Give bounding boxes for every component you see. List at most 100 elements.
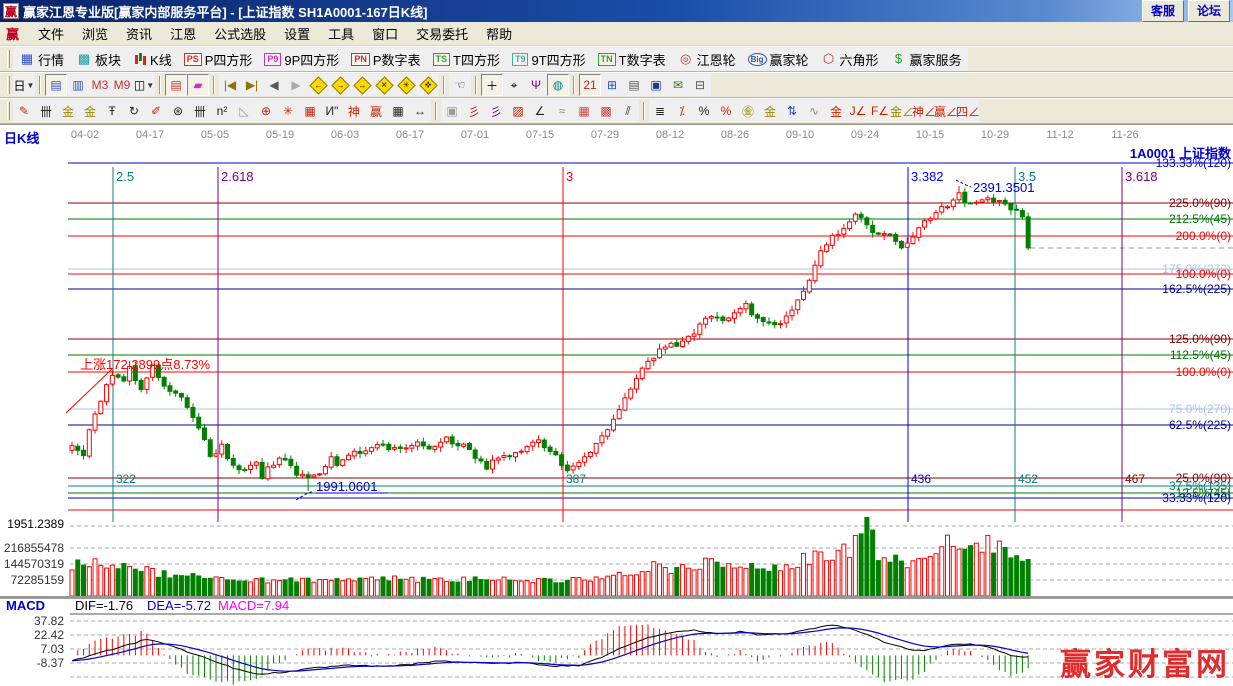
tool-t-number-button[interactable]: TNT数字表 bbox=[592, 48, 672, 71]
tool-expand-4-button[interactable]: ✳ bbox=[395, 74, 417, 96]
forum-button[interactable]: 论坛 bbox=[1188, 0, 1230, 22]
tool-prev-page-button[interactable]: ◀ bbox=[263, 74, 285, 96]
tool-expand-all-button[interactable]: ✜ bbox=[417, 74, 439, 96]
tool-square-grid-button[interactable]: ▦ bbox=[299, 100, 321, 122]
tool-wave-circle-button[interactable]: ⊛ bbox=[167, 100, 189, 122]
tool-gold-red-button[interactable]: 金 bbox=[825, 100, 847, 122]
tool-wave-a-button[interactable]: ∿ bbox=[803, 100, 825, 122]
tool-last-page-button[interactable]: ▶| bbox=[241, 74, 263, 96]
tool-zoom-in-x-button[interactable]: → bbox=[329, 74, 351, 96]
menu-item-3[interactable]: 江恩 bbox=[161, 21, 205, 46]
tool-send-web-button[interactable]: ✉ bbox=[667, 74, 689, 96]
tool-pattern-red-button[interactable]: ▤ bbox=[165, 74, 187, 96]
tool-knife-ticks-button[interactable]: ✐ bbox=[145, 100, 167, 122]
tool-check-curves-button[interactable]: ≈ bbox=[551, 100, 573, 122]
tool-angle-tool-button[interactable]: ◺ bbox=[233, 100, 255, 122]
tool-j-angle-button[interactable]: J∠ bbox=[847, 100, 869, 122]
menu-item-4[interactable]: 公式选股 bbox=[205, 21, 275, 46]
tool-f-angle-button[interactable]: F∠ bbox=[869, 100, 891, 122]
tool-box-tool-button[interactable]: ▣ bbox=[441, 100, 463, 122]
tool-si-angle-button[interactable]: 四∠ bbox=[957, 100, 979, 122]
menu-item-6[interactable]: 工具 bbox=[319, 21, 363, 46]
tool-9p-square-button[interactable]: P99P四方形 bbox=[258, 48, 345, 71]
tool-zoom-area-button[interactable]: ⌖ bbox=[503, 74, 525, 96]
tool-save-button[interactable]: ▣ bbox=[645, 74, 667, 96]
tool-color-filter-button[interactable]: ▰ bbox=[187, 74, 209, 96]
tool-p-square-button[interactable]: PSP四方形 bbox=[178, 48, 259, 71]
menu-item-0[interactable]: 文件 bbox=[29, 21, 73, 46]
tool-ying-ruler-button[interactable]: 赢 bbox=[365, 100, 387, 122]
tool-ying-angle-button[interactable]: 赢∠ bbox=[935, 100, 957, 122]
tool-gold-angle-button[interactable]: 金∠ bbox=[891, 100, 913, 122]
tool-circle-cross-button[interactable]: ⊕ bbox=[255, 100, 277, 122]
tool-calendar-21-button[interactable]: 21 bbox=[579, 74, 601, 96]
tool-percent-under-button[interactable]: % bbox=[715, 100, 737, 122]
tool-shen-angle-button[interactable]: 神∠ bbox=[913, 100, 935, 122]
menu-item-2[interactable]: 资讯 bbox=[117, 21, 161, 46]
tool-stats-list-button[interactable]: ≣ bbox=[649, 100, 671, 122]
tool-winner-wheel-button[interactable]: Big赢家轮 bbox=[742, 48, 815, 71]
tool-period-day-button[interactable]: 日▼ bbox=[13, 74, 35, 96]
tool-fan-purple-button[interactable]: 彡 bbox=[485, 100, 507, 122]
tool-compress-all-button[interactable]: ✕ bbox=[373, 74, 395, 96]
tool-star-grid-button[interactable]: ✳ bbox=[277, 100, 299, 122]
tool-grid-block-button[interactable]: ▩ bbox=[595, 100, 617, 122]
tool-dense-ruler-button[interactable]: 卌 bbox=[189, 100, 211, 122]
customer-service-button[interactable]: 客服 bbox=[1142, 0, 1184, 22]
tool-label: K线 bbox=[150, 50, 172, 69]
menu-item-1[interactable]: 浏览 bbox=[73, 21, 117, 46]
tool-gann-wheel-button[interactable]: ◎江恩轮 bbox=[672, 48, 742, 71]
tool-sectors-button[interactable]: ▩板块 bbox=[70, 48, 127, 71]
tool-i-quotes-button[interactable]: И" bbox=[321, 100, 343, 122]
tool-grid-dots-button[interactable]: ▦ bbox=[573, 100, 595, 122]
tool-percent-button[interactable]: % bbox=[693, 100, 715, 122]
tool-calculator-button[interactable]: ⊞ bbox=[601, 74, 623, 96]
tool-pen-knife-button[interactable]: ✎ bbox=[13, 100, 35, 122]
tool-crosshair-button[interactable]: ＋ bbox=[481, 74, 503, 96]
tool-t-square-button[interactable]: TST四方形 bbox=[427, 48, 506, 71]
tool-trend-lines-button[interactable]: ∠ bbox=[529, 100, 551, 122]
tool-9t-square-button[interactable]: T99T四方形 bbox=[506, 48, 592, 71]
tool-winner-service-button[interactable]: $赢家服务 bbox=[885, 48, 968, 71]
tool-gann-ruler-button[interactable]: 卌 bbox=[35, 100, 57, 122]
tool-ma-3-button[interactable]: M3 bbox=[89, 74, 111, 96]
tool-candle-style-button[interactable]: ◫▼ bbox=[133, 74, 155, 96]
tool-percent-line-button[interactable]: ⁒ bbox=[671, 100, 693, 122]
tool-n2-ticks-button[interactable]: n² bbox=[211, 100, 233, 122]
tool-pencil-updown-button[interactable]: ⇅ bbox=[781, 100, 803, 122]
tool-window-pattern-button[interactable]: ▤ bbox=[45, 74, 67, 96]
tool-next-page-button[interactable]: ▶ bbox=[285, 74, 307, 96]
tool-fan-red-button[interactable]: 彡 bbox=[463, 100, 485, 122]
tool-hexagon-button[interactable]: ⬡六角形 bbox=[815, 48, 885, 71]
tool-width-arrow-button[interactable]: ↔ bbox=[409, 100, 431, 122]
tool-notes-button[interactable]: ▤ bbox=[623, 74, 645, 96]
child-window-icon[interactable]: 赢 bbox=[6, 24, 19, 43]
tool-fork-tool-button[interactable]: Ψ bbox=[525, 74, 547, 96]
tool-parallel-lines-button[interactable]: ⫽ bbox=[617, 100, 639, 122]
tool-shen-ruler-button[interactable]: 神 bbox=[343, 100, 365, 122]
tool-kline-button[interactable]: K线 bbox=[127, 48, 178, 71]
tool-fan-grid-button[interactable]: ▨ bbox=[507, 100, 529, 122]
tool-drag-hand-button[interactable]: ☜ bbox=[449, 74, 471, 96]
tool-ma-9-button[interactable]: M9 bbox=[111, 74, 133, 96]
tool-f-ruler-button[interactable]: Ŧ bbox=[101, 100, 123, 122]
menu-item-8[interactable]: 交易委托 bbox=[407, 21, 477, 46]
tool-gold-circle-button[interactable]: ㊎ bbox=[737, 100, 759, 122]
tool-zoom-out-x-button[interactable]: ← bbox=[307, 74, 329, 96]
tool-spiral-button[interactable]: ↻ bbox=[123, 100, 145, 122]
tool-maze-tool-button[interactable]: ◍ bbox=[547, 74, 569, 96]
menu-item-5[interactable]: 设置 bbox=[275, 21, 319, 46]
tool-grid-123-button[interactable]: ▦ bbox=[387, 100, 409, 122]
menu-item-7[interactable]: 窗口 bbox=[363, 21, 407, 46]
tool-p-number-button[interactable]: PNP数字表 bbox=[345, 48, 426, 71]
tool-expand-x-button[interactable]: ↔ bbox=[351, 74, 373, 96]
tool-gold-ruler-1-button[interactable]: 金 bbox=[57, 100, 79, 122]
menu-item-9[interactable]: 帮助 bbox=[477, 21, 521, 46]
kline-chart-canvas[interactable]: 133.33%(120)225.0%(90)212.5%(45)200.0%(0… bbox=[0, 145, 1233, 686]
tool-gold-lines-button[interactable]: 金 bbox=[759, 100, 781, 122]
tool-print-pc-button[interactable]: ⊟ bbox=[689, 74, 711, 96]
tool-info-panel-button[interactable]: ▥ bbox=[67, 74, 89, 96]
tool-quotes-button[interactable]: ▦行情 bbox=[13, 48, 70, 71]
tool-first-page-button[interactable]: |◀ bbox=[219, 74, 241, 96]
tool-gold-ruler-2-button[interactable]: 金 bbox=[79, 100, 101, 122]
